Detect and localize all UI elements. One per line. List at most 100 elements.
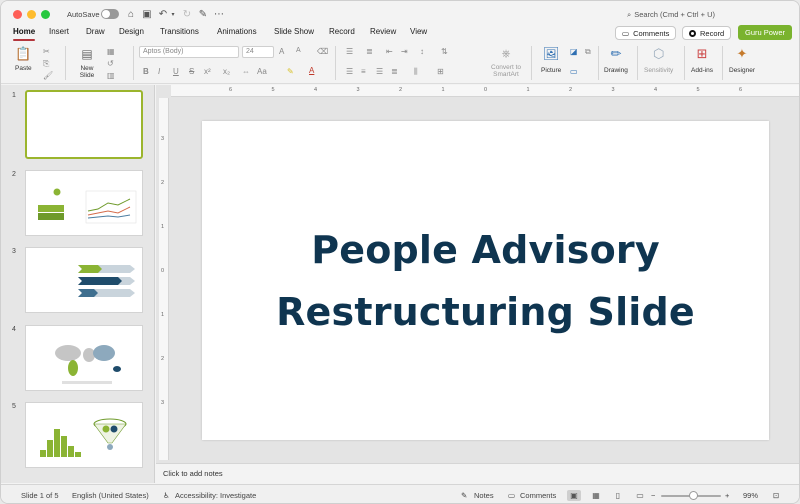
- reading-view-icon[interactable]: ▯: [611, 490, 625, 501]
- arrange-icon[interactable]: ⧉: [585, 47, 591, 57]
- slide-thumbnail-5[interactable]: [25, 402, 143, 468]
- undo-dropdown-icon[interactable]: ▾: [167, 8, 179, 20]
- autosave-toggle[interactable]: [101, 9, 119, 19]
- slide-thumbnail-2[interactable]: [25, 170, 143, 236]
- cut-icon[interactable]: ✂: [43, 47, 50, 56]
- numbering-icon[interactable]: ≣: [366, 47, 373, 56]
- ruler-number: 1: [161, 312, 165, 318]
- slide-sorter-icon[interactable]: ▦: [589, 490, 603, 501]
- sensitivity-icon: ⬡: [652, 46, 665, 61]
- copy-icon[interactable]: ⎘: [43, 59, 49, 69]
- decrease-indent-icon[interactable]: ⇤: [386, 47, 393, 56]
- layout-icon[interactable]: ▦: [107, 47, 115, 56]
- underline-button[interactable]: U: [173, 67, 179, 76]
- slideshow-view-icon[interactable]: ▭: [633, 490, 647, 501]
- more-icon[interactable]: ⋯: [213, 8, 225, 20]
- close-window-button[interactable]: [13, 10, 22, 19]
- save-icon[interactable]: ▣: [141, 8, 153, 20]
- clear-format-icon[interactable]: ⌫: [317, 47, 328, 56]
- home-icon[interactable]: ⌂: [125, 8, 137, 20]
- tab-transitions[interactable]: Transitions: [160, 27, 199, 36]
- ruler-number: 3: [161, 400, 165, 406]
- highlight-icon[interactable]: ✎: [287, 67, 294, 76]
- zoom-level[interactable]: 99%: [743, 491, 758, 500]
- format-painter-icon[interactable]: ✎: [197, 8, 209, 20]
- notes-placeholder[interactable]: Click to add notes: [163, 469, 223, 478]
- zoom-window-button[interactable]: [41, 10, 50, 19]
- bullets-icon[interactable]: ☰: [346, 47, 353, 56]
- new-slide-label-1: New: [80, 65, 94, 72]
- subscript-button[interactable]: x₂: [223, 67, 230, 76]
- increase-indent-icon[interactable]: ⇥: [401, 47, 408, 56]
- slide-thumbnail-3[interactable]: [25, 247, 143, 313]
- tab-design[interactable]: Design: [119, 27, 144, 36]
- align-right-icon[interactable]: ☰: [376, 67, 383, 76]
- font-name-select[interactable]: Aptos (Body): [139, 46, 239, 58]
- notes-pane[interactable]: Click to add notes: [156, 463, 799, 483]
- tab-review[interactable]: Review: [370, 27, 396, 36]
- slide-thumbnail-4[interactable]: [25, 325, 143, 391]
- columns-icon[interactable]: ⫼: [414, 67, 418, 77]
- tab-home[interactable]: Home: [13, 27, 36, 41]
- font-size-select[interactable]: 24: [242, 46, 274, 58]
- section-icon[interactable]: ▥: [107, 71, 115, 80]
- convert-smartart-button[interactable]: ⎈ Convert to SmartArt: [491, 46, 521, 79]
- accessibility-status[interactable]: Accessibility: Investigate: [175, 491, 256, 500]
- notes-toggle[interactable]: Notes: [474, 491, 494, 500]
- char-spacing-icon[interactable]: ⇔: [242, 67, 250, 76]
- reset-icon[interactable]: ↺: [107, 59, 114, 68]
- paste-button[interactable]: 📋 Paste: [15, 46, 32, 72]
- italic-button[interactable]: I: [158, 67, 160, 76]
- format-brush-icon[interactable]: 🖌: [43, 71, 53, 80]
- line-spacing-icon[interactable]: ↕: [420, 47, 424, 56]
- zoom-in-icon[interactable]: +: [725, 491, 729, 500]
- comments-toggle[interactable]: Comments: [520, 491, 556, 500]
- strikethrough-button[interactable]: S: [189, 67, 194, 76]
- record-button[interactable]: Record: [682, 26, 732, 40]
- align-left-icon[interactable]: ☰: [346, 67, 353, 76]
- fit-slide-icon[interactable]: ⊡: [773, 491, 779, 500]
- zoom-slider-knob[interactable]: [689, 491, 698, 500]
- align-center-icon[interactable]: ≡: [361, 67, 366, 76]
- guru-power-button[interactable]: Guru Power: [738, 25, 792, 40]
- slide-title-line-1[interactable]: People Advisory: [311, 219, 660, 281]
- drawing-button[interactable]: ✏ Drawing: [604, 46, 628, 74]
- decrease-font-icon[interactable]: A: [296, 47, 301, 54]
- comments-button[interactable]: ▭ Comments: [615, 26, 677, 40]
- increase-font-icon[interactable]: A: [279, 47, 284, 56]
- slide-title-line-2[interactable]: Restructuring Slide: [276, 281, 695, 343]
- slide-thumbnail-1[interactable]: [25, 90, 143, 159]
- zoom-out-icon[interactable]: −: [651, 491, 655, 500]
- addins-button[interactable]: ⊞ Add-ins: [691, 46, 713, 74]
- superscript-button[interactable]: x²: [204, 67, 211, 76]
- bold-button[interactable]: B: [143, 67, 149, 76]
- shapes-icon[interactable]: ◪: [570, 47, 578, 56]
- clipboard-icon: 📋: [15, 46, 32, 61]
- tab-slide-show[interactable]: Slide Show: [274, 27, 314, 36]
- tab-insert[interactable]: Insert: [49, 27, 69, 36]
- redo-icon[interactable]: ↻: [181, 8, 193, 20]
- sensitivity-button[interactable]: ⬡ Sensitivity: [644, 46, 673, 74]
- picture-button[interactable]: 🖼 Picture: [541, 46, 561, 74]
- font-color-icon[interactable]: A: [309, 66, 314, 75]
- tab-animations[interactable]: Animations: [217, 27, 257, 36]
- ribbon-separator: [133, 46, 134, 80]
- ribbon-separator: [335, 46, 336, 80]
- align-text-icon[interactable]: ⊞: [437, 67, 444, 76]
- search-box[interactable]: ⌕ Search (Cmd + Ctrl + U): [627, 10, 715, 20]
- textbox-icon[interactable]: ▭: [570, 67, 578, 76]
- designer-button[interactable]: ✦ Designer: [729, 46, 755, 74]
- tab-record[interactable]: Record: [329, 27, 355, 36]
- justify-icon[interactable]: ≣: [391, 67, 398, 76]
- change-case-button[interactable]: Aa: [257, 67, 267, 76]
- current-slide[interactable]: People Advisory Restructuring Slide: [202, 121, 769, 440]
- text-direction-icon[interactable]: ⇅: [441, 47, 448, 56]
- new-slide-button[interactable]: ▤ New Slide: [79, 46, 95, 79]
- tab-draw[interactable]: Draw: [86, 27, 105, 36]
- title-bar: AutoSave ⌂ ▣ ↶ ▾ ↻ ✎ ⋯ ⌕ Search (Cmd + Ct…: [1, 1, 799, 25]
- tab-view[interactable]: View: [410, 27, 427, 36]
- slide-thumbnail-panel[interactable]: 1 2 3 4 5: [1, 85, 155, 483]
- minimize-window-button[interactable]: [27, 10, 36, 19]
- language-indicator[interactable]: English (United States): [72, 491, 149, 500]
- normal-view-icon[interactable]: ▣: [567, 490, 581, 501]
